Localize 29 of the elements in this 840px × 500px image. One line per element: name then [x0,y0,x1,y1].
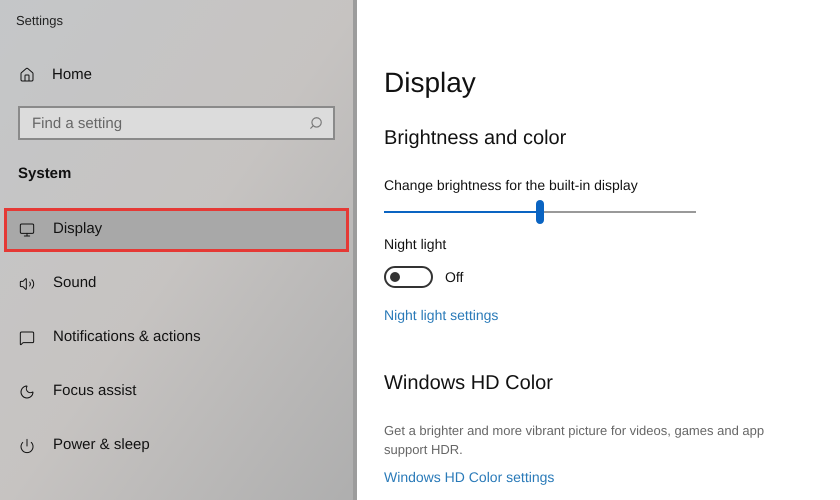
monitor-icon [19,222,35,238]
nav-item[interactable]: Display [4,208,349,252]
nav-item[interactable]: Focus assist [4,370,349,414]
section-heading: Windows HD Color [384,371,553,396]
search-field[interactable]: Find a setting [18,106,335,140]
moon-icon [19,384,35,400]
home-item[interactable]: Home [19,64,92,86]
power-icon [19,438,35,454]
hd-color-link[interactable]: Windows HD Color settings [384,467,554,488]
toggle-state: Off [445,268,464,286]
nav-item[interactable]: Power & sleep [4,424,349,468]
page-title: Display [384,66,476,100]
window-title: Settings [16,12,63,30]
slider-label: Change brightness for the built-in display [384,176,638,195]
slider-thumb[interactable] [536,200,544,224]
search-icon[interactable] [309,116,323,130]
night-light-link[interactable]: Night light settings [384,305,498,326]
home-icon [19,66,35,83]
speech-bubble-icon [19,330,35,346]
toggle-switch[interactable] [384,266,433,288]
nav-item[interactable]: Sound [4,262,349,306]
description-line: support HDR. [384,441,463,459]
section-heading: System [18,164,72,184]
nav-item[interactable]: Notifications & actions [4,316,349,360]
description-line: Get a brighter and more vibrant picture for videos, games and app [384,422,764,440]
speaker-icon [19,276,35,292]
brightness-slider[interactable] [384,199,696,225]
section-heading: Brightness and color [384,126,566,151]
toggle-label: Night light [384,235,446,254]
